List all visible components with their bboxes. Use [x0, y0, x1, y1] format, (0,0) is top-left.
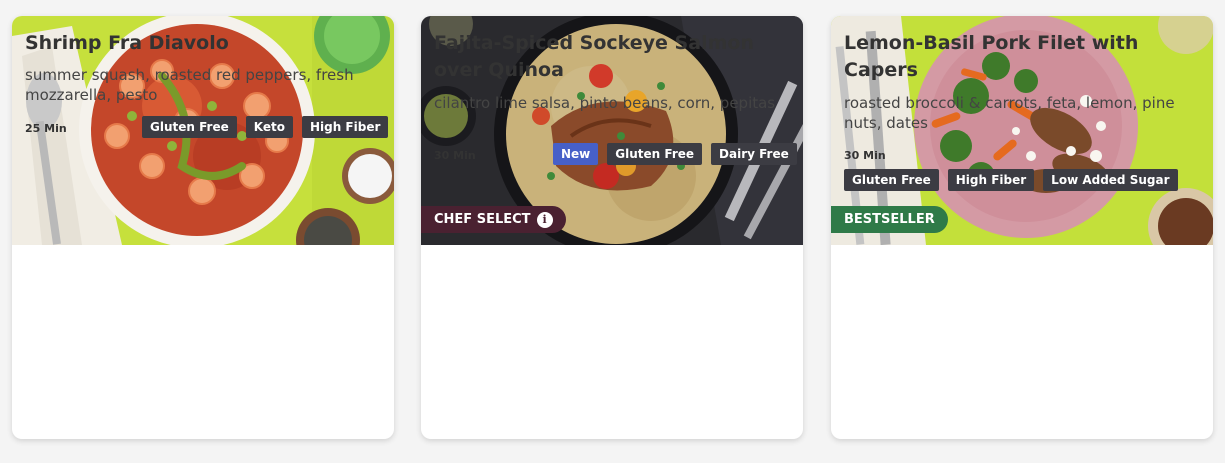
tag-gluten-free: Gluten Free — [142, 116, 237, 138]
meal-card-shrimp-fra-diavolo[interactable]: Shrimp Fra Diavolo summer squash, roaste… — [12, 16, 394, 439]
meal-description: summer squash, roasted red peppers, fres… — [25, 66, 354, 104]
meal-card-lemon-basil-pork[interactable]: BESTSELLER Lemon-Basil Pork Filet with C… — [831, 16, 1213, 439]
tag-keto: Keto — [245, 116, 293, 138]
tag-gluten-free: Gluten Free — [844, 169, 939, 191]
prep-time: 30 Min — [434, 149, 476, 162]
diet-tags: Gluten Free High Fiber Low Added Sugar — [844, 169, 1178, 191]
chef-select-label: CHEF SELECT — [434, 212, 531, 227]
meal-description: cilantro lime salsa, pinto beans, corn, … — [434, 94, 776, 112]
chef-select-badge[interactable]: CHEF SELECT i — [421, 206, 566, 233]
meal-title[interactable]: Shrimp Fra Diavolo — [25, 30, 375, 57]
meal-title[interactable]: Fajita-Spiced Sockeye Salmon over Quinoa — [434, 30, 784, 84]
diet-tags: Gluten Free Keto High Fiber — [142, 116, 389, 138]
tag-high-fiber: High Fiber — [947, 169, 1035, 191]
info-icon[interactable]: i — [536, 211, 553, 228]
meal-grid: Shrimp Fra Diavolo summer squash, roaste… — [0, 0, 1225, 463]
meal-card-fajita-salmon[interactable]: CHEF SELECT i Fajita-Spiced Sockeye Salm… — [421, 16, 803, 439]
prep-time: 25 Min — [25, 122, 67, 135]
bestseller-badge: BESTSELLER — [831, 206, 948, 233]
bestseller-label: BESTSELLER — [844, 212, 935, 227]
meal-title[interactable]: Lemon-Basil Pork Filet with Capers — [844, 30, 1194, 84]
tag-high-fiber: High Fiber — [301, 116, 389, 138]
tag-new: New — [553, 143, 599, 165]
meal-description: roasted broccoli & carrots, feta, lemon,… — [844, 94, 1175, 132]
tag-dairy-free: Dairy Free — [711, 143, 797, 165]
diet-tags: New Gluten Free Dairy Free — [553, 143, 797, 165]
tag-low-added-sugar: Low Added Sugar — [1043, 169, 1178, 191]
prep-time: 30 Min — [844, 149, 886, 162]
tag-gluten-free: Gluten Free — [607, 143, 703, 165]
